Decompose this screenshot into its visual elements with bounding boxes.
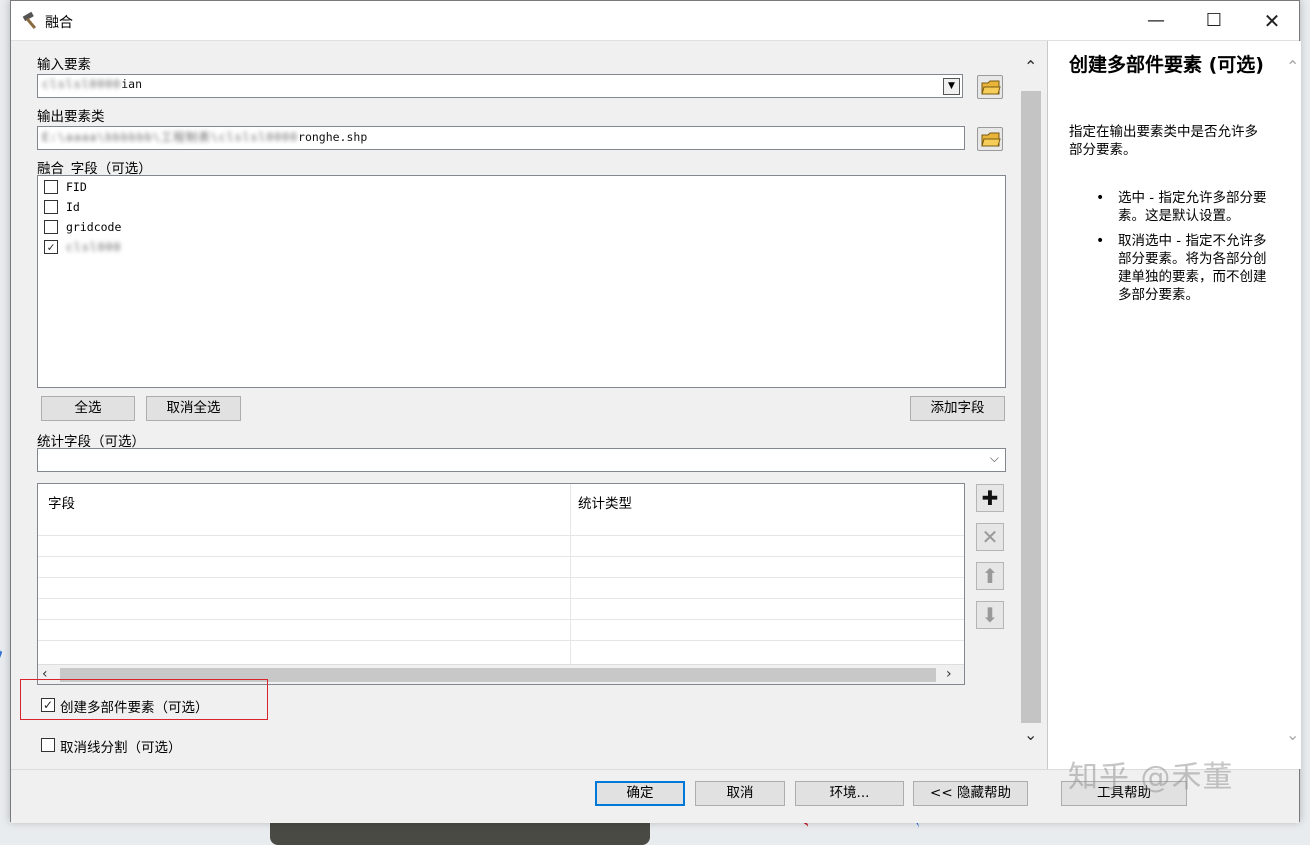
help-scroll-down-icon[interactable]: ⌄ <box>1286 725 1299 744</box>
move-down-button[interactable]: ⬇ <box>976 601 1004 629</box>
unsplit-checkbox[interactable] <box>41 738 55 752</box>
field-name: FID <box>66 180 87 194</box>
remove-row-button[interactable]: ✕ <box>976 523 1004 551</box>
arrow-down-icon: ⬇ <box>981 603 999 627</box>
output-feature-class-input[interactable]: E:\aaaa\bbbbbb\工程制表\clslsl0000ronghe.shp <box>37 126 965 150</box>
table-row <box>38 598 964 599</box>
column-header-stat-type: 统计类型 <box>578 496 632 512</box>
output-features-label: 输出要素类 <box>37 109 105 125</box>
help-list: 选中 - 指定允许多部分要素。这是默认设置。 取消选中 - 指定不允许多部分要素… <box>1096 189 1272 311</box>
clear-all-button[interactable]: 取消全选 <box>146 396 241 421</box>
statistics-fields-label: 统计字段（可选） <box>37 434 145 450</box>
scroll-right-icon[interactable]: › <box>946 666 952 682</box>
dissolve-fields-label: 融合_字段（可选） <box>37 161 152 177</box>
cancel-button[interactable]: 取消 <box>695 781 785 806</box>
ok-button[interactable]: 确定 <box>595 781 685 806</box>
field-name: clsl000 <box>66 240 122 254</box>
folder-icon <box>981 132 1001 147</box>
dissolve-fields-list: FID Id gridcode ✓ clsl000 <box>37 175 1006 388</box>
move-up-button[interactable]: ⬆ <box>976 562 1004 590</box>
input-features-label: 输入要素 <box>37 57 91 73</box>
vertical-scrollbar[interactable]: ⌃ ⌄ <box>1021 57 1041 757</box>
hide-help-button[interactable]: << 隐藏帮助 <box>913 781 1028 806</box>
column-divider <box>570 484 571 684</box>
gridcode-checkbox[interactable] <box>44 220 58 234</box>
help-description: 指定在输出要素类中是否允许多部分要素。 <box>1069 124 1258 158</box>
watermark: 知乎 @禾董 <box>1068 760 1234 795</box>
scrollbar-thumb[interactable] <box>1021 91 1041 723</box>
select-all-button[interactable]: 全选 <box>41 396 135 421</box>
parameters-panel: 输入要素 clslsl0000ian ▼ 输出要素类 E:\aaaa\bbbbb… <box>11 41 1047 769</box>
chevron-down-icon: ⌵ <box>989 451 999 465</box>
input-features-value: ian <box>121 77 143 91</box>
help-panel: 创建多部件要素 (可选) 指定在输出要素类中是否允许多部分要素。 选中 - 指定… <box>1047 41 1301 769</box>
field-name: Id <box>66 200 80 214</box>
table-row <box>38 619 964 620</box>
help-scroll-up-icon[interactable]: ⌃ <box>1286 57 1299 76</box>
scroll-down-icon[interactable]: ⌄ <box>1024 725 1037 744</box>
help-title: 创建多部件要素 (可选) <box>1069 54 1264 76</box>
statistics-table: 字段 统计类型 ‹ › <box>37 483 965 685</box>
folder-icon <box>981 80 1001 95</box>
window-title: 融合 <box>45 15 73 31</box>
maximize-button[interactable]: ☐ <box>1185 1 1243 41</box>
title-bar: 融合 — ☐ ✕ <box>11 1 1299 41</box>
table-row <box>38 577 964 578</box>
input-features-value-hidden: clslsl0000 <box>42 77 122 91</box>
add-row-button[interactable]: ✚ <box>976 484 1004 512</box>
table-row <box>38 535 964 536</box>
dissolve-dialog: 融合 — ☐ ✕ 输入要素 clslsl0000ian ▼ 输出要素类 E:\a… <box>10 0 1301 823</box>
arrow-up-icon: ⬆ <box>981 564 999 588</box>
output-path-value: ronghe.shp <box>298 130 368 144</box>
multipart-checkbox[interactable]: ✓ <box>41 698 55 712</box>
scroll-up-icon[interactable]: ⌃ <box>1024 57 1037 76</box>
unsplit-label: 取消线分割（可选） <box>60 740 182 756</box>
plus-icon: ✚ <box>981 486 999 510</box>
x-icon: ✕ <box>981 525 999 549</box>
id-checkbox[interactable] <box>44 200 58 214</box>
browse-input-button[interactable] <box>977 75 1003 99</box>
hidden-field-checkbox[interactable]: ✓ <box>44 240 58 254</box>
table-row <box>38 556 964 557</box>
add-field-button[interactable]: 添加字段 <box>910 396 1005 421</box>
fid-checkbox[interactable] <box>44 180 58 194</box>
help-bullet: 选中 - 指定允许多部分要素。这是默认设置。 <box>1096 189 1272 225</box>
browse-output-button[interactable] <box>977 127 1003 151</box>
output-path-hidden: E:\aaaa\bbbbbb\工程制表\clslsl0000 <box>42 130 299 144</box>
table-row <box>38 640 964 641</box>
minimize-button[interactable]: — <box>1127 1 1185 41</box>
column-header-field: 字段 <box>48 496 75 512</box>
close-button[interactable]: ✕ <box>1243 1 1301 41</box>
statistics-field-combobox[interactable]: ⌵ <box>37 448 1006 472</box>
input-features-combobox[interactable]: clslsl0000ian <box>37 74 963 98</box>
field-name: gridcode <box>66 220 122 234</box>
help-bullet: 取消选中 - 指定不允许多部分要素。将为各部分创建单独的要素，而不创建多部分要素… <box>1096 232 1272 304</box>
dropdown-arrow-icon[interactable]: ▼ <box>943 78 960 95</box>
hammer-icon <box>22 11 37 30</box>
environments-button[interactable]: 环境... <box>795 781 904 806</box>
multipart-label: 创建多部件要素（可选） <box>60 700 209 716</box>
